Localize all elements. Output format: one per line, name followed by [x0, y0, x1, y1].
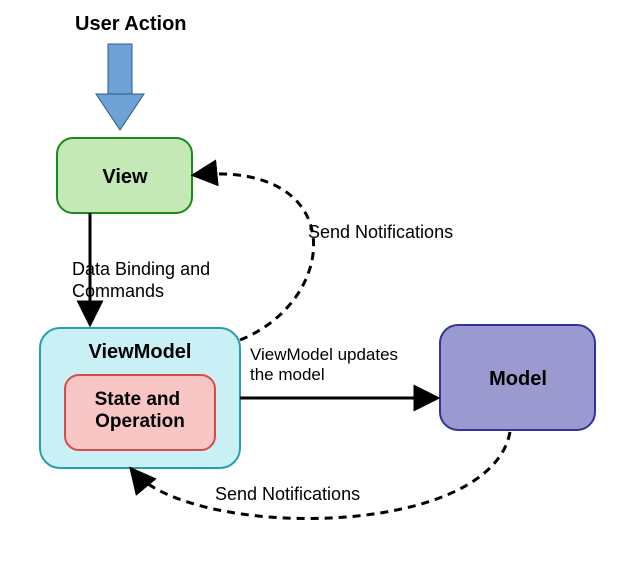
edge-vm-to-model-label: ViewModel updates the model: [250, 345, 403, 384]
model-label: Model: [489, 368, 547, 390]
view-label: View: [102, 166, 148, 188]
state-op-label: State and Operation: [95, 389, 186, 432]
edge-vm-to-view-notify-label: Send Notifications: [308, 222, 453, 242]
edge-model-to-vm-notify-label: Send Notifications: [215, 484, 360, 504]
mvvm-diagram: User Action View Data Binding and Comman…: [0, 0, 637, 579]
state-operation-node: State and Operation: [65, 375, 215, 450]
edge-vm-to-view-notify: [195, 174, 314, 340]
viewmodel-label: ViewModel: [89, 341, 192, 363]
title-text: User Action: [75, 13, 187, 35]
user-action-arrow: [96, 44, 144, 130]
model-node: Model: [440, 325, 595, 430]
view-node: View: [57, 138, 192, 213]
edge-view-to-vm-label-line1: Data Binding and Commands: [72, 259, 215, 301]
